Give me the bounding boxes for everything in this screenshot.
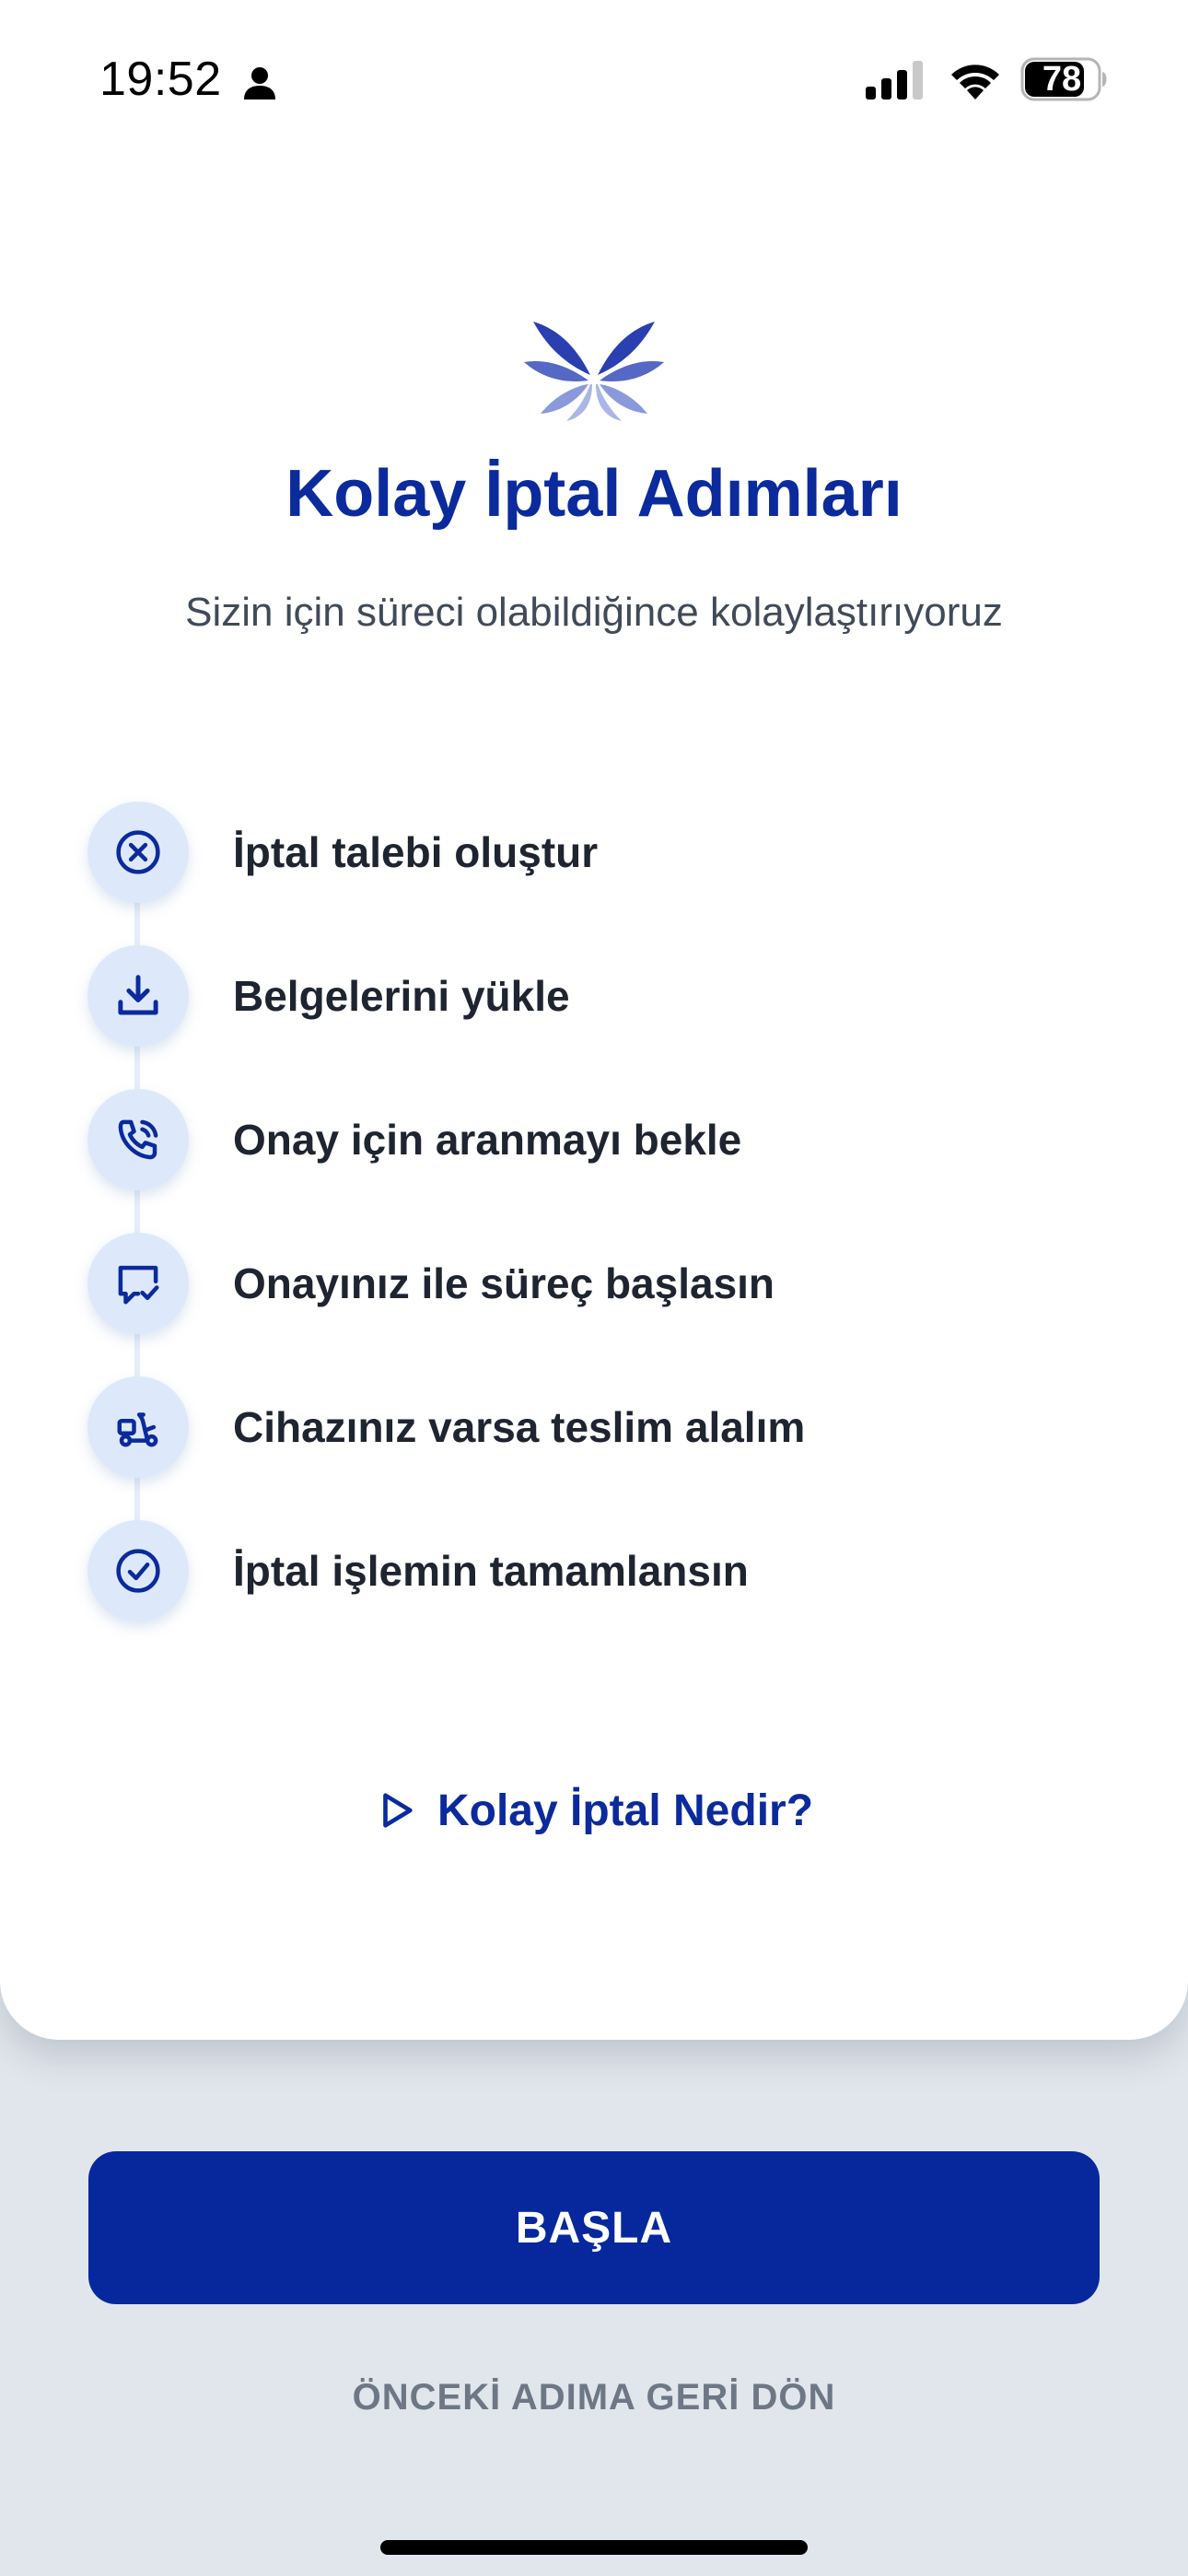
step-icon-circle [87, 1376, 189, 1478]
link-label: Kolay İptal Nedir? [437, 1786, 814, 1835]
battery-level: 78 [1042, 60, 1082, 99]
step-icon-circle [87, 802, 189, 903]
step-create-request: İptal talebi oluştur [87, 802, 1101, 903]
step-icon-circle [87, 1089, 189, 1190]
step-label: Onay için aranmayı bekle [233, 1116, 742, 1164]
status-time: 19:52 [99, 53, 222, 106]
what-is-easy-cancel-link[interactable]: Kolay İptal Nedir? [0, 1774, 1188, 1847]
cellular-signal-icon [866, 61, 923, 100]
message-check-icon [118, 1265, 159, 1305]
step-icon-circle [87, 945, 189, 1047]
step-label: Onayınız ile süreç başlasın [233, 1259, 775, 1307]
page-subtitle: Sizin için süreci olabildiğince kolaylaş… [185, 590, 1003, 635]
step-cancellation-complete: İptal işlemin tamamlansın [87, 1520, 1101, 1622]
page-title: Kolay İptal Adımları [285, 457, 903, 531]
check-circle-icon [116, 1549, 160, 1593]
step-icon-circle [87, 1520, 189, 1622]
step-label: İptal işlemin tamamlansın [233, 1547, 749, 1595]
person-icon [244, 67, 275, 100]
step-await-call: Onay için aranmayı bekle [87, 1089, 1101, 1190]
step-icon-circle [87, 1233, 189, 1334]
home-indicator[interactable] [380, 2540, 808, 2555]
wifi-icon [951, 64, 999, 100]
step-upload-documents: Belgelerini yükle [87, 945, 1101, 1047]
start-button[interactable]: BAŞLA [88, 2151, 1100, 2304]
phone-call-icon [118, 1119, 158, 1160]
step-device-pickup: Cihazınız varsa teslim alalım [87, 1376, 1101, 1478]
butterfly-logo-icon [524, 322, 664, 421]
play-icon [383, 1793, 413, 1828]
courier-scooter-icon [117, 1412, 158, 1447]
step-label: Belgelerini yükle [233, 972, 570, 1020]
status-bar: 19:52 78 [0, 0, 1188, 157]
cancel-circle-icon [116, 830, 160, 874]
download-icon [118, 975, 158, 1015]
step-label: İptal talebi oluştur [233, 828, 599, 876]
step-process-start: Onayınız ile süreç başlasın [87, 1233, 1101, 1334]
previous-step-button[interactable]: ÖNCEKİ ADIMA GERİ DÖN [0, 2377, 1188, 2418]
step-label: Cihazınız varsa teslim alalım [233, 1403, 806, 1451]
